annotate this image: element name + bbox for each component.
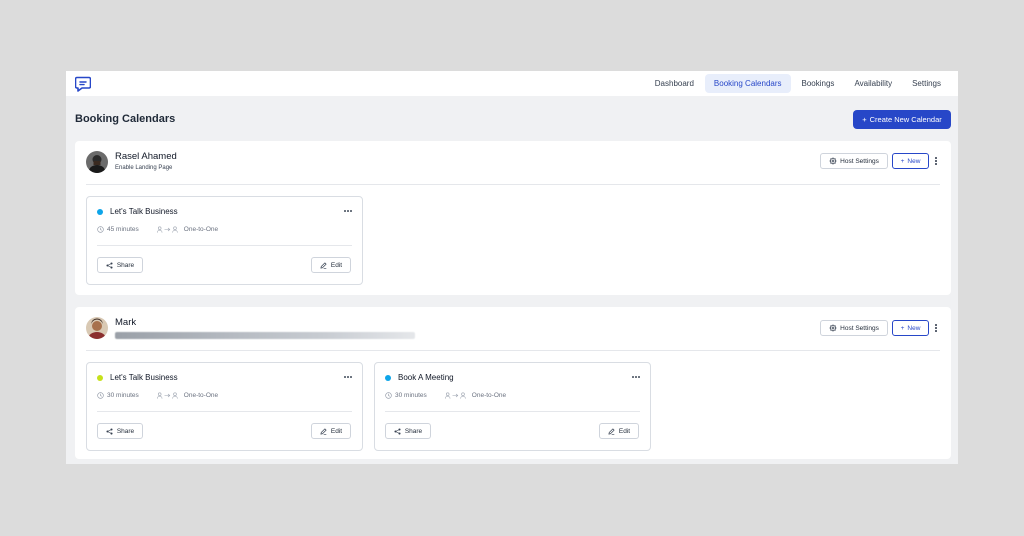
users-arrow-icon <box>444 392 466 399</box>
event-type: One-to-One <box>471 392 507 399</box>
avatar <box>86 317 108 339</box>
event-color-dot <box>97 209 103 215</box>
blurred-subtitle <box>115 332 415 339</box>
share-label: Share <box>116 261 135 269</box>
clock-icon <box>97 226 104 233</box>
card-divider <box>97 411 352 412</box>
share-icon <box>106 427 113 435</box>
create-new-calendar-button[interactable]: + Create New Calendar <box>853 110 951 129</box>
event-meta: 45 minutes One-to-One <box>97 226 218 233</box>
share-button[interactable]: Share <box>385 423 431 439</box>
share-icon <box>106 261 113 269</box>
share-button[interactable]: Share <box>97 423 143 439</box>
host-card: Rasel Ahamed Enable Landing Page Host Se… <box>75 141 951 295</box>
clock-icon <box>97 392 104 399</box>
nav-dashboard[interactable]: Dashboard <box>646 74 703 93</box>
edit-label: Edit <box>330 427 343 435</box>
host-card: Mark Host Settings + New Let's Talk Busi… <box>75 307 951 459</box>
host-more-kebab-icon[interactable] <box>933 321 939 335</box>
new-event-button[interactable]: + New <box>892 153 929 169</box>
gear-icon <box>829 324 837 332</box>
event-title: Book A Meeting <box>398 373 454 382</box>
event-more-kebab-icon[interactable] <box>342 207 354 215</box>
card-divider <box>385 411 640 412</box>
divider <box>86 350 940 351</box>
edit-label: Edit <box>618 427 631 435</box>
create-new-calendar-label: Create New Calendar <box>869 115 942 124</box>
event-meta: 30 minutes One-to-One <box>97 392 218 399</box>
host-settings-button[interactable]: Host Settings <box>820 153 888 169</box>
host-settings-button[interactable]: Host Settings <box>820 320 888 336</box>
plus-icon: + <box>900 324 905 332</box>
event-type: One-to-One <box>183 226 219 233</box>
event-card[interactable]: Book A Meeting 30 minutes One-to-One Sha… <box>374 362 651 451</box>
divider <box>86 184 940 185</box>
share-label: Share <box>404 427 423 435</box>
nav-settings[interactable]: Settings <box>903 74 950 93</box>
event-meta: 30 minutes One-to-One <box>385 392 506 399</box>
new-event-button[interactable]: + New <box>892 320 929 336</box>
event-color-dot <box>97 375 103 381</box>
event-card[interactable]: Let's Talk Business 30 minutes One-to-On… <box>86 362 363 451</box>
edit-button[interactable]: Edit <box>311 423 351 439</box>
host-more-kebab-icon[interactable] <box>933 154 939 168</box>
event-more-kebab-icon[interactable] <box>630 373 642 381</box>
edit-icon <box>320 262 327 269</box>
host-name: Mark <box>115 317 137 328</box>
nav-availability[interactable]: Availability <box>845 74 901 93</box>
plus-icon: + <box>862 115 867 124</box>
event-card[interactable]: Let's Talk Business 45 minutes One-to-On… <box>86 196 363 285</box>
new-label: New <box>907 157 921 165</box>
edit-icon <box>608 428 615 435</box>
edit-button[interactable]: Edit <box>311 257 351 273</box>
host-name: Rasel Ahamed <box>115 151 177 162</box>
app-logo-icon[interactable] <box>74 75 92 92</box>
event-more-kebab-icon[interactable] <box>342 373 354 381</box>
event-title: Let's Talk Business <box>110 373 178 382</box>
clock-icon <box>385 392 392 399</box>
nav-bookings[interactable]: Bookings <box>793 74 844 93</box>
page-title: Booking Calendars <box>75 113 176 125</box>
new-label: New <box>907 324 921 332</box>
users-arrow-icon <box>156 226 178 233</box>
nav-booking-calendars[interactable]: Booking Calendars <box>704 74 791 93</box>
event-title: Let's Talk Business <box>110 207 178 216</box>
edit-button[interactable]: Edit <box>599 423 639 439</box>
card-divider <box>97 245 352 246</box>
share-icon <box>394 427 401 435</box>
event-duration: 45 minutes <box>107 226 139 233</box>
share-button[interactable]: Share <box>97 257 143 273</box>
top-navbar: Dashboard Booking Calendars Bookings Ava… <box>66 71 958 96</box>
avatar <box>86 151 108 173</box>
edit-icon <box>320 428 327 435</box>
host-settings-label: Host Settings <box>840 157 879 165</box>
event-duration: 30 minutes <box>395 392 427 399</box>
plus-icon: + <box>900 157 905 165</box>
edit-label: Edit <box>330 261 343 269</box>
event-color-dot <box>385 375 391 381</box>
share-label: Share <box>116 427 135 435</box>
main-nav: Dashboard Booking Calendars Bookings Ava… <box>646 74 950 93</box>
users-arrow-icon <box>156 392 178 399</box>
event-type: One-to-One <box>183 392 219 399</box>
gear-icon <box>829 157 837 165</box>
host-subtitle[interactable]: Enable Landing Page <box>115 165 172 171</box>
host-settings-label: Host Settings <box>840 324 879 332</box>
app-window: Dashboard Booking Calendars Bookings Ava… <box>66 71 958 464</box>
event-duration: 30 minutes <box>107 392 139 399</box>
